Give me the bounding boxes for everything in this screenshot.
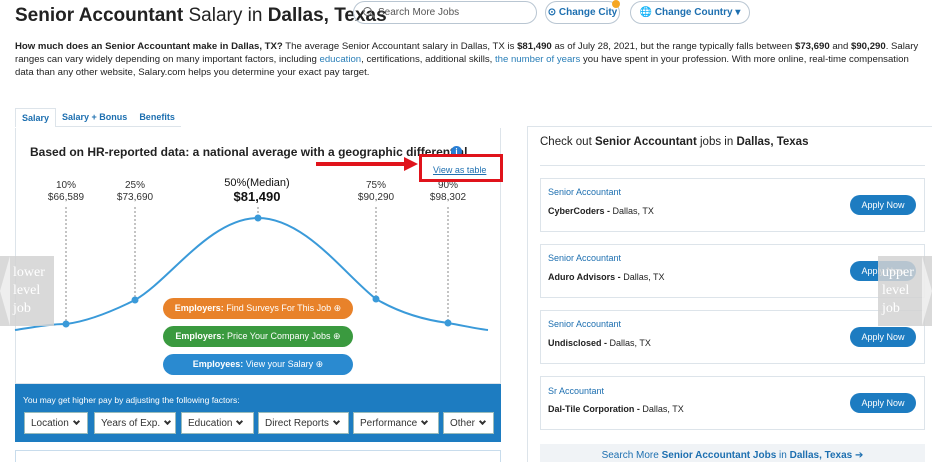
search-more-jobs-link[interactable]: Search More Senior Accountant Jobs in Da…: [540, 444, 925, 462]
annotation-arrow-head: [404, 157, 418, 171]
point-90: [444, 319, 452, 327]
chevron-down-icon: [421, 417, 429, 426]
chevron-down-icon: [164, 417, 172, 426]
chevron-down-icon: [72, 417, 80, 426]
divider: [540, 165, 925, 166]
job-title-link[interactable]: Sr Accountant: [548, 386, 604, 396]
job-company: Aduro Advisors - Dallas, TX: [548, 272, 665, 282]
view-as-table-link[interactable]: View as table: [433, 165, 486, 175]
apply-now-button[interactable]: Apply Now: [850, 195, 916, 215]
performance-select[interactable]: Performance: [353, 412, 439, 434]
arrow-circle-icon: ➔: [852, 450, 864, 461]
location-select[interactable]: Location: [24, 412, 88, 434]
jobs-title: Check out Senior Accountant jobs in Dall…: [540, 136, 809, 148]
job-company: Dal-Tile Corporation - Dallas, TX: [548, 404, 684, 414]
point-10: [62, 320, 70, 328]
results-box: [15, 450, 501, 462]
education-select[interactable]: Education: [181, 412, 254, 434]
other-select[interactable]: Other: [443, 412, 494, 434]
job-title-link[interactable]: Senior Accountant: [548, 253, 621, 263]
point-25: [131, 296, 139, 304]
arrow-circle-icon: ⊕: [313, 359, 324, 369]
job-company: Undisclosed - Dallas, TX: [548, 338, 651, 348]
annotation-arrow-shaft: [316, 162, 410, 166]
lower-level-label: lower level job: [13, 265, 45, 316]
upper-level-job-button[interactable]: upper level job: [878, 256, 932, 326]
job-title-link[interactable]: Senior Accountant: [548, 187, 621, 197]
arrow-circle-icon: ⊕: [331, 303, 342, 313]
years-select[interactable]: Years of Exp.: [94, 412, 176, 434]
point-75: [372, 295, 380, 303]
upper-level-label: upper level job: [882, 265, 914, 316]
chevron-left-icon: [0, 256, 10, 326]
chevron-down-icon: [236, 417, 244, 426]
arrow-circle-icon: ⊕: [330, 331, 341, 341]
point-50: [254, 214, 262, 222]
factors-label: You may get higher pay by adjusting the …: [23, 395, 240, 405]
job-title-link[interactable]: Senior Accountant: [548, 319, 621, 329]
chevron-down-icon: [478, 417, 487, 426]
chevron-down-icon: [332, 417, 340, 426]
direct-reports-select[interactable]: Direct Reports: [258, 412, 349, 434]
view-salary-button[interactable]: Employees: View your Salary ⊕: [163, 354, 353, 375]
job-company: CyberCoders - Dallas, TX: [548, 206, 654, 216]
find-surveys-button[interactable]: Employers: Find Surveys For This Job ⊕: [163, 298, 353, 319]
apply-now-button[interactable]: Apply Now: [850, 327, 916, 347]
chevron-right-icon: [922, 256, 932, 326]
lower-level-job-button[interactable]: lower level job: [0, 256, 54, 326]
apply-now-button[interactable]: Apply Now: [850, 393, 916, 413]
price-jobs-button[interactable]: Employers: Price Your Company Jobs ⊕: [163, 326, 353, 347]
